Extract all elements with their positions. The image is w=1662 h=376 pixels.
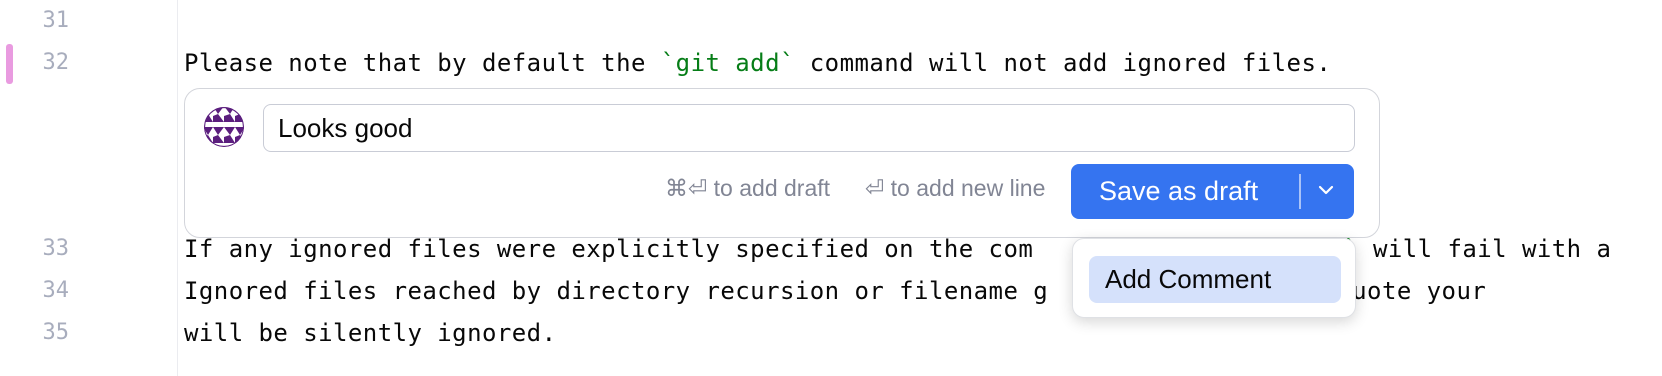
code-text: Please note that by default the (184, 49, 661, 77)
line-number: 35 (42, 320, 70, 345)
code-text: command will not add ignored files. (794, 49, 1332, 77)
line-gutter: 31 32 33 34 35 (0, 0, 178, 376)
code-inline-snippet: `git add` (660, 49, 795, 77)
code-text: If any ignored files were explicitly spe… (184, 235, 1034, 263)
save-options-popup: Add Comment (1072, 238, 1356, 318)
code-line-35[interactable]: will be silently ignored. (184, 318, 556, 348)
user-avatar-icon (204, 107, 244, 147)
review-comment-editor: ⌘⏎ to add draft ⏎ to add new line Save a… (184, 88, 1380, 238)
code-line-33[interactable]: If any ignored files were explicitly spe… (184, 234, 1611, 264)
chevron-down-icon[interactable] (1300, 164, 1354, 219)
line-number: 33 (42, 236, 70, 261)
code-text: will be silently ignored. (184, 319, 557, 347)
save-as-draft-label: Save as draft (1099, 176, 1259, 206)
code-text: will fail with a (1358, 235, 1612, 263)
code-text: Ignored files reached by directory recur… (184, 277, 1049, 305)
menu-item-add-comment[interactable]: Add Comment (1089, 256, 1341, 303)
code-line-32[interactable]: Please note that by default the `git add… (184, 48, 1331, 78)
comment-input[interactable] (263, 104, 1355, 152)
new-line-shortcut-hint: ⏎ to add new line (865, 175, 1046, 201)
line-number: 34 (42, 278, 70, 303)
save-as-draft-button[interactable]: Save as draft (1071, 164, 1354, 219)
line-number: 31 (42, 8, 70, 33)
add-draft-shortcut-hint: ⌘⏎ to add draft (665, 175, 831, 201)
line-number: 32 (42, 50, 70, 75)
